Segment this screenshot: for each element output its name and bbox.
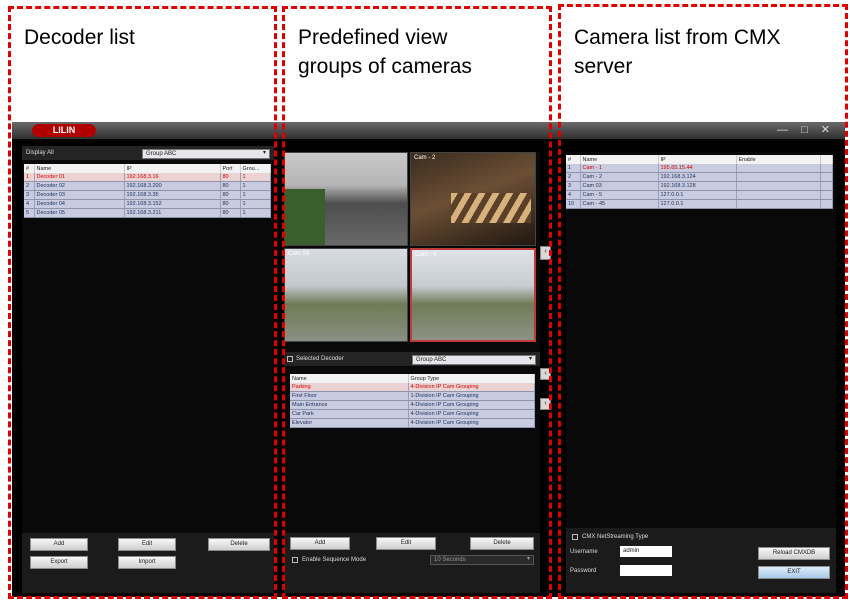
view-groups-frame <box>282 6 552 599</box>
decoder-list-frame <box>8 6 277 599</box>
camera-list-frame <box>558 4 848 599</box>
